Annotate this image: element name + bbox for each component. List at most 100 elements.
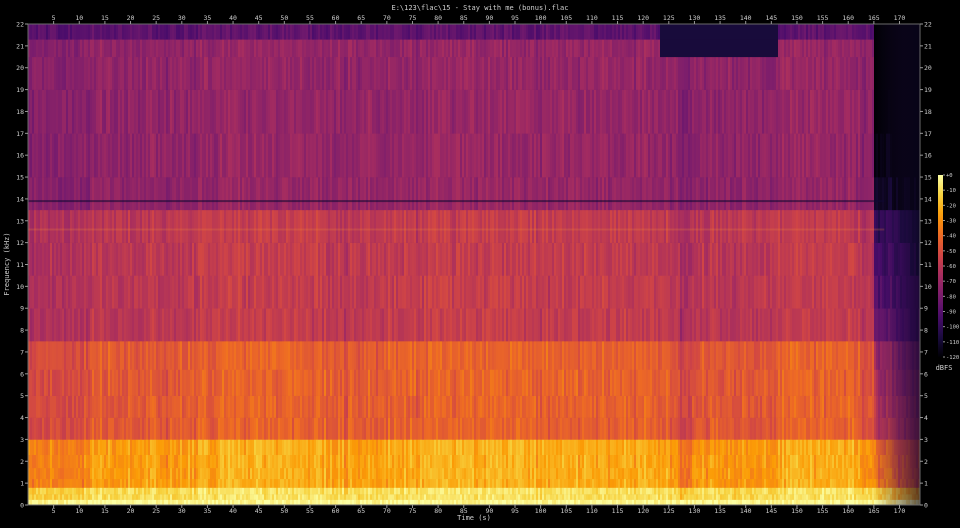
x-tick-label-bottom: 65 xyxy=(357,507,365,515)
x-tick-label-top: 150 xyxy=(791,14,803,22)
x-tick-label-bottom: 80 xyxy=(434,507,442,515)
x-tick-label-bottom: 15 xyxy=(101,507,109,515)
x-axis-top: 5 10 15 20 25 30 35 40 45 50 55 60 65 70 75 80 85 90 95 100… xyxy=(52,14,906,24)
x-tick-label-top: 70 xyxy=(383,14,391,22)
x-tick-label-bottom: 160 xyxy=(842,507,854,515)
y-tick-label-right: 10 xyxy=(924,283,932,291)
colorbar-tick-label: -20 xyxy=(946,203,956,209)
y-tick-label-right: 13 xyxy=(924,217,932,225)
x-tick-label-top: 110 xyxy=(586,14,598,22)
y-tick-label-left: 4 xyxy=(20,414,24,422)
x-tick-label-top: 40 xyxy=(229,14,237,22)
x-tick-label-bottom: 30 xyxy=(178,507,186,515)
x-tick-label-bottom: 5 xyxy=(52,507,56,515)
x-tick-label-top: 80 xyxy=(434,14,442,22)
y-tick-label-left: 22 xyxy=(16,21,24,29)
y-tick-label-left: 3 xyxy=(20,436,24,444)
y-tick-label-left: 15 xyxy=(16,174,24,182)
x-tick-label-bottom: 95 xyxy=(511,507,519,515)
y-tick-label-left: 0 xyxy=(20,502,24,510)
x-tick-label-top: 145 xyxy=(765,14,777,22)
x-tick-label-bottom: 140 xyxy=(740,507,752,515)
y-tick-label-left: 17 xyxy=(16,130,24,138)
y-tick-label-left: 2 xyxy=(20,458,24,466)
x-tick-label-bottom: 110 xyxy=(586,507,598,515)
y-axis-right: 012345678910111213141516171819202122 xyxy=(920,21,932,510)
x-tick-label-top: 55 xyxy=(306,14,314,22)
x-tick-label-top: 35 xyxy=(204,14,212,22)
y-tick-label-left: 11 xyxy=(16,261,24,269)
colorbar-gradient xyxy=(938,175,943,357)
x-tick-label-top: 30 xyxy=(178,14,186,22)
y-tick-label-right: 7 xyxy=(924,348,928,356)
colorbar-tick-label: -60 xyxy=(946,264,956,270)
y-tick-label-right: 12 xyxy=(924,239,932,247)
colorbar-tick-label: -100 xyxy=(946,325,959,331)
x-tick-label-top: 115 xyxy=(612,14,624,22)
x-tick-label-bottom: 100 xyxy=(535,507,547,515)
y-tick-label-left: 10 xyxy=(16,283,24,291)
colorbar-tick-label: -30 xyxy=(946,219,956,225)
y-tick-label-left: 1 xyxy=(20,480,24,488)
spectrogram-chart: E:\123\flac\15 - Stay with me (bonus).fl… xyxy=(3,4,959,522)
y-tick-label-right: 20 xyxy=(924,64,932,72)
x-tick-label-top: 20 xyxy=(127,14,135,22)
x-tick-label-bottom: 115 xyxy=(612,507,624,515)
x-tick-label-top: 60 xyxy=(332,14,340,22)
y-tick-label-right: 17 xyxy=(924,130,932,138)
x-tick-label-top: 155 xyxy=(817,14,829,22)
y-tick-label-left: 20 xyxy=(16,64,24,72)
y-tick-label-right: 11 xyxy=(924,261,932,269)
x-tick-label-top: 15 xyxy=(101,14,109,22)
x-tick-label-bottom: 50 xyxy=(280,507,288,515)
colorbar-tick-label: -90 xyxy=(946,310,956,316)
y-tick-label-left: 14 xyxy=(16,195,24,203)
spectrogram-plot-area xyxy=(28,24,921,506)
y-tick-label-right: 16 xyxy=(924,152,932,160)
y-tick-label-left: 16 xyxy=(16,152,24,160)
x-tick-label-top: 170 xyxy=(894,14,906,22)
x-tick-label-top: 75 xyxy=(409,14,417,22)
y-tick-label-right: 14 xyxy=(924,195,932,203)
x-tick-label-bottom: 75 xyxy=(409,507,417,515)
colorbar-tick-label: -80 xyxy=(946,294,956,300)
colorbar-tick-label: -120 xyxy=(946,355,959,361)
y-tick-label-left: 12 xyxy=(16,239,24,247)
y-tick-label-left: 6 xyxy=(20,370,24,378)
x-tick-label-top: 25 xyxy=(152,14,160,22)
colorbar-tick-label: -40 xyxy=(946,234,956,240)
x-tick-label-top: 90 xyxy=(485,14,493,22)
y-tick-label-right: 5 xyxy=(924,392,928,400)
y-tick-label-left: 9 xyxy=(20,305,24,313)
x-tick-label-bottom: 155 xyxy=(817,507,829,515)
x-tick-label-bottom: 135 xyxy=(714,507,726,515)
x-tick-label-bottom: 145 xyxy=(765,507,777,515)
x-tick-label-top: 65 xyxy=(357,14,365,22)
y-tick-label-left: 7 xyxy=(20,348,24,356)
x-tick-label-bottom: 170 xyxy=(894,507,906,515)
x-tick-label-top: 140 xyxy=(740,14,752,22)
colorbar-tick-label: +0 xyxy=(946,173,953,179)
x-tick-label-top: 160 xyxy=(842,14,854,22)
y-tick-label-right: 2 xyxy=(924,458,928,466)
x-tick-label-bottom: 10 xyxy=(75,507,83,515)
x-axis-label: Time (s) xyxy=(457,514,491,522)
y-tick-label-right: 21 xyxy=(924,42,932,50)
y-tick-label-right: 1 xyxy=(924,480,928,488)
x-tick-label-bottom: 55 xyxy=(306,507,314,515)
x-tick-label-top: 50 xyxy=(280,14,288,22)
x-tick-label-top: 120 xyxy=(637,14,649,22)
x-tick-label-bottom: 60 xyxy=(332,507,340,515)
x-tick-label-top: 105 xyxy=(560,14,572,22)
x-tick-label-top: 130 xyxy=(689,14,701,22)
colorbar-tick-label: -10 xyxy=(946,188,956,194)
x-tick-label-top: 95 xyxy=(511,14,519,22)
x-tick-label-bottom: 35 xyxy=(204,507,212,515)
x-tick-label-bottom: 150 xyxy=(791,507,803,515)
x-tick-label-top: 100 xyxy=(535,14,547,22)
y-tick-label-right: 4 xyxy=(924,414,928,422)
x-tick-label-bottom: 125 xyxy=(663,507,675,515)
x-tick-label-bottom: 120 xyxy=(637,507,649,515)
chart-title: E:\123\flac\15 - Stay with me (bonus).fl… xyxy=(391,4,568,12)
y-tick-label-left: 21 xyxy=(16,42,24,50)
